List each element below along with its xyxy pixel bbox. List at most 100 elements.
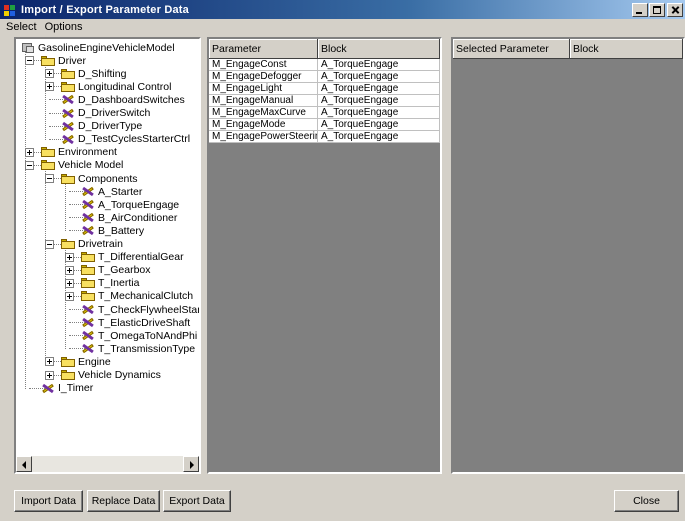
- expand-node-button[interactable]: [65, 252, 74, 262]
- tree-node-label: B_AirConditioner: [98, 211, 178, 224]
- tree-node[interactable]: T_MechanicalClutch: [80, 290, 193, 303]
- tree-node[interactable]: GasolineEngineVehicleModel: [20, 41, 175, 54]
- parameter-grid[interactable]: Parameter Block M_EngageConst A_TorqueEng…: [207, 37, 442, 474]
- block-cell: A_TorqueEngage: [318, 95, 440, 107]
- table-row[interactable]: M_EngagePowerSteering A_TorqueEngage: [209, 131, 440, 143]
- title-bar: Import / Export Parameter Data: [0, 0, 685, 19]
- tree-node-label: Vehicle Model: [58, 159, 124, 172]
- expand-node-button[interactable]: [25, 147, 34, 157]
- close-window-button[interactable]: [667, 2, 683, 17]
- parameter-cell: M_EngageMode: [209, 119, 318, 131]
- replace-data-button[interactable]: Replace Data: [87, 490, 160, 512]
- folder-icon: [60, 238, 76, 250]
- block-cell: A_TorqueEngage: [318, 107, 440, 119]
- tree-node[interactable]: B_Battery: [80, 224, 144, 237]
- tree-node[interactable]: Longitudinal Control: [60, 80, 171, 93]
- expand-node-button[interactable]: [45, 370, 54, 380]
- tree-node[interactable]: Components: [60, 172, 138, 185]
- parameter-cell: M_EngageMaxCurve: [209, 107, 318, 119]
- tree-node[interactable]: D_DriverType: [60, 120, 142, 133]
- tree-node[interactable]: T_OmegaToNAndPhi: [80, 329, 197, 342]
- folder-icon: [40, 55, 56, 67]
- tree-horizontal-scrollbar[interactable]: [16, 456, 199, 472]
- tree-node-label: D_DriverSwitch: [78, 107, 151, 119]
- tree-node-label: T_Inertia: [98, 277, 140, 290]
- tree-node[interactable]: I_Timer: [40, 382, 93, 395]
- tree-node[interactable]: B_AirConditioner: [80, 211, 177, 224]
- expand-node-button[interactable]: [65, 291, 74, 301]
- tree-node-label: T_Gearbox: [98, 264, 151, 277]
- model-tree-panel[interactable]: GasolineEngineVehicleModel Driver D_Shifti…: [14, 37, 201, 474]
- tree-node[interactable]: Vehicle Dynamics: [60, 369, 161, 382]
- tree-node[interactable]: D_Shifting: [60, 67, 126, 80]
- menu-options[interactable]: Options: [41, 21, 87, 33]
- minimize-button[interactable]: [632, 2, 648, 17]
- expand-node-button[interactable]: [45, 82, 54, 92]
- expand-node-button[interactable]: [65, 265, 74, 275]
- close-button[interactable]: Close: [614, 490, 679, 512]
- tree-node[interactable]: D_DriverSwitch: [60, 107, 150, 120]
- tree-node[interactable]: T_DifferentialGear: [80, 251, 184, 264]
- tree-node[interactable]: Driver: [40, 54, 86, 67]
- tree-node-label: T_CheckFlywheelStandstill: [98, 303, 199, 316]
- block-cell: A_TorqueEngage: [318, 119, 440, 131]
- parameter-icon: [80, 224, 96, 237]
- tree-node-label: D_TestCyclesStarterCtrl: [78, 133, 191, 146]
- column-header-parameter[interactable]: Parameter: [209, 39, 318, 59]
- parameter-icon: [60, 120, 76, 133]
- table-row[interactable]: M_EngageMaxCurve A_TorqueEngage: [209, 107, 440, 119]
- tree-node[interactable]: Environment: [40, 146, 117, 159]
- collapse-node-button[interactable]: [45, 174, 54, 183]
- block-cell: A_TorqueEngage: [318, 131, 440, 143]
- tree-node[interactable]: T_TransmissionType: [80, 342, 195, 355]
- selected-grid-header: Selected Parameter Block: [453, 39, 683, 59]
- import-data-button[interactable]: Import Data: [14, 490, 83, 512]
- tree-node[interactable]: A_Starter: [80, 185, 142, 198]
- menu-select[interactable]: Select: [2, 21, 41, 33]
- table-row[interactable]: M_EngageMode A_TorqueEngage: [209, 119, 440, 131]
- table-row[interactable]: M_EngageConst A_TorqueEngage: [209, 59, 440, 71]
- parameter-icon: [80, 303, 96, 316]
- column-header-block[interactable]: Block: [318, 39, 440, 59]
- tree-node[interactable]: Drivetrain: [60, 238, 123, 251]
- root-icon: [20, 42, 36, 54]
- tree-node[interactable]: T_CheckFlywheelStandstill: [80, 303, 199, 316]
- tree-node[interactable]: T_ElasticDriveShaft: [80, 316, 190, 329]
- tree-node[interactable]: Vehicle Model: [40, 159, 123, 172]
- parameter-cell: M_EngageConst: [209, 59, 318, 71]
- parameter-icon: [80, 211, 96, 224]
- export-data-button[interactable]: Export Data: [163, 490, 231, 512]
- scroll-right-button[interactable]: [183, 456, 199, 472]
- tree-node-label: Environment: [58, 146, 117, 159]
- scroll-left-button[interactable]: [16, 456, 32, 472]
- tree-node-label: Drivetrain: [78, 238, 123, 250]
- tree-node[interactable]: Engine: [60, 355, 111, 368]
- selected-parameter-grid[interactable]: Selected Parameter Block: [451, 37, 685, 474]
- expand-node-button[interactable]: [45, 357, 54, 367]
- expand-node-button[interactable]: [65, 278, 74, 288]
- table-row[interactable]: M_EngageLight A_TorqueEngage: [209, 83, 440, 95]
- table-row[interactable]: M_EngageManual A_TorqueEngage: [209, 95, 440, 107]
- folder-icon: [40, 146, 56, 158]
- tree-node-label: A_Starter: [98, 185, 143, 198]
- tree-node[interactable]: D_TestCyclesStarterCtrl: [60, 133, 190, 146]
- tree-node-label: T_ElasticDriveShaft: [98, 316, 191, 329]
- tree-node[interactable]: D_DashboardSwitches: [60, 93, 185, 106]
- tree-node-label: Components: [78, 172, 138, 185]
- folder-icon: [60, 356, 76, 368]
- expand-node-button[interactable]: [45, 69, 54, 79]
- table-row[interactable]: M_EngageDefogger A_TorqueEngage: [209, 71, 440, 83]
- parameter-icon: [60, 107, 76, 120]
- collapse-node-button[interactable]: [25, 56, 34, 66]
- collapse-node-button[interactable]: [25, 160, 34, 170]
- column-header-selected-parameter[interactable]: Selected Parameter: [453, 39, 570, 59]
- folder-icon: [60, 68, 76, 80]
- tree-node[interactable]: A_TorqueEngage: [80, 198, 179, 211]
- column-header-selected-block[interactable]: Block: [569, 39, 683, 59]
- folder-icon: [60, 173, 76, 185]
- tree-node[interactable]: T_Inertia: [80, 277, 139, 290]
- app-icon: [3, 3, 17, 17]
- maximize-button[interactable]: [649, 2, 665, 17]
- collapse-node-button[interactable]: [45, 239, 54, 249]
- tree-node[interactable]: T_Gearbox: [80, 264, 151, 277]
